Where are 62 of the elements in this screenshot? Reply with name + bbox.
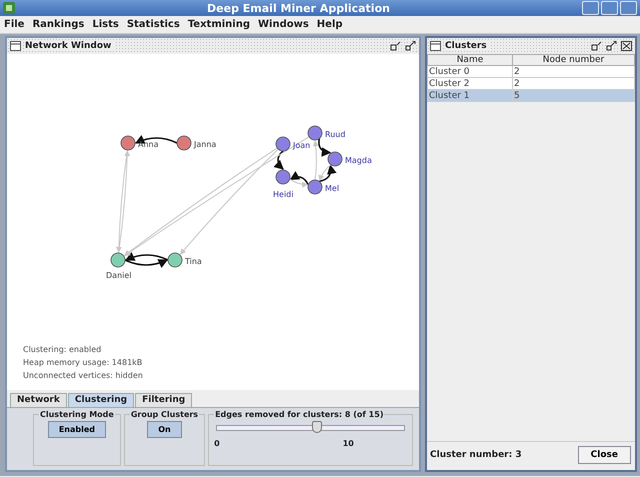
close-button[interactable]: Close: [578, 446, 631, 464]
menu-item[interactable]: Rankings: [28, 19, 88, 30]
app-icon: [3, 2, 15, 14]
minimize-button[interactable]: [582, 1, 599, 15]
menu-item[interactable]: Statistics: [122, 19, 184, 30]
menu-item[interactable]: Lists: [88, 19, 123, 30]
status-text: Unconnected vertices: hidden: [23, 370, 144, 382]
node-label: Magda: [345, 156, 372, 165]
node-label: Joan: [293, 141, 310, 150]
tick-label: 10: [342, 439, 354, 448]
node-label: Mel: [325, 184, 340, 193]
cluster-count: Cluster number: 3: [430, 450, 522, 460]
window-title: Deep Email Miner Application: [206, 2, 391, 14]
graph-node[interactable]: [308, 126, 322, 140]
node-label: Ruud: [325, 130, 346, 139]
graph-node[interactable]: [110, 252, 126, 268]
graph-node[interactable]: [168, 252, 182, 268]
node-label: Heidi: [273, 190, 294, 199]
table-cell[interactable]: 5: [512, 90, 634, 102]
tab[interactable]: Clustering: [68, 393, 134, 407]
column-header[interactable]: Name: [428, 54, 512, 66]
status-text: Heap memory usage: 1481kB: [23, 357, 144, 369]
frame-title: Clusters: [445, 41, 491, 51]
menu-item[interactable]: Textmining: [184, 19, 254, 30]
table-cell[interactable]: Cluster 0: [428, 66, 512, 78]
tab[interactable]: Network: [10, 393, 67, 407]
slider-thumb[interactable]: [312, 421, 322, 433]
maximize-icon[interactable]: [606, 41, 617, 51]
table-cell[interactable]: Cluster 1: [428, 90, 512, 102]
window-icon: [10, 41, 21, 51]
close-button[interactable]: [620, 1, 637, 15]
frame-title: Network Window: [25, 41, 116, 51]
graph-node[interactable]: [308, 180, 322, 194]
graph-node[interactable]: [328, 152, 342, 166]
graph-node[interactable]: [276, 170, 290, 184]
graph-edge: [124, 258, 168, 268]
maximize-button[interactable]: [601, 1, 618, 15]
close-icon[interactable]: [621, 41, 632, 51]
tick-label: 0: [214, 439, 220, 448]
window-icon: [430, 41, 441, 51]
graph-node[interactable]: [176, 136, 192, 150]
node-label: Tina: [185, 257, 202, 266]
table-cell[interactable]: 2: [512, 66, 634, 78]
maximize-icon[interactable]: [405, 41, 416, 51]
toggle-button[interactable]: On: [147, 421, 182, 438]
iconify-icon[interactable]: [390, 41, 401, 51]
iconify-icon[interactable]: [591, 41, 602, 51]
group-title: Edges removed for clusters: 8 (of 15): [214, 410, 384, 419]
node-label: Anna: [138, 140, 159, 149]
graph-node[interactable]: [276, 136, 290, 152]
tab[interactable]: Filtering: [135, 393, 192, 407]
menu-item[interactable]: Help: [312, 19, 347, 30]
toggle-button[interactable]: Enabled: [48, 421, 106, 438]
group-title: Group Clusters: [130, 410, 200, 419]
node-label: Janna: [194, 140, 216, 149]
graph-node[interactable]: [120, 136, 136, 150]
menu-item[interactable]: File: [0, 19, 28, 30]
menu-item[interactable]: Windows: [254, 19, 313, 30]
node-label: Daniel: [106, 271, 132, 280]
group-title: Clustering Mode: [39, 410, 115, 419]
status-text: Clustering: enabled: [23, 344, 102, 356]
column-header[interactable]: Node number: [512, 54, 634, 66]
